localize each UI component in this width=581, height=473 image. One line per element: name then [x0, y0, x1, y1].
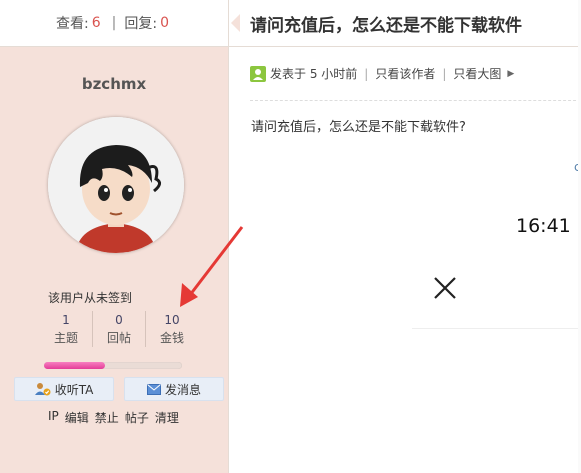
- envelope-icon: [146, 383, 161, 395]
- stats-separator: |: [111, 15, 117, 31]
- admin-link-posts[interactable]: 帖子: [125, 409, 149, 426]
- online-user-icon: [250, 65, 266, 82]
- views-count: 6: [91, 15, 101, 31]
- level-progress-fill: [44, 362, 105, 369]
- clock-time: 16:41: [516, 215, 571, 237]
- count-replies[interactable]: 0 回帖: [92, 311, 145, 347]
- meta-divider: |: [364, 66, 369, 81]
- author-only-link[interactable]: 只看该作者: [375, 65, 435, 82]
- follow-icon: [34, 383, 51, 396]
- author-username[interactable]: bzchmx: [0, 75, 228, 93]
- checkin-status: 该用户从未签到: [48, 291, 133, 305]
- admin-links: IP 编辑 禁止 帖子 清理: [48, 409, 179, 426]
- admin-link-edit[interactable]: 编辑: [65, 409, 89, 426]
- send-message-button[interactable]: 发消息: [124, 377, 224, 401]
- post-content: 请问充值后，怎么还是不能下载软件?: [251, 120, 466, 135]
- play-triangle-icon[interactable]: ▶: [507, 69, 514, 79]
- meta-divider: |: [442, 66, 447, 81]
- level-progress-bar: [44, 362, 182, 369]
- divider: [412, 328, 581, 329]
- divider: [250, 100, 581, 101]
- author-counts: 1 主题 0 回帖 10 金钱: [40, 311, 198, 347]
- views-label: 查看:: [56, 16, 89, 32]
- count-topics[interactable]: 1 主题: [40, 311, 92, 347]
- post-meta: 发表于 5 小时前 | 只看该作者 | 只看大图 ▶: [250, 65, 514, 82]
- follow-button[interactable]: 收听TA: [14, 377, 114, 401]
- thread-stats: 查看: 6 | 回复: 0: [0, 0, 229, 47]
- large-images-link[interactable]: 只看大图: [453, 65, 501, 82]
- admin-link-clean[interactable]: 清理: [155, 409, 179, 426]
- thread-title-bar: 请问充值后，怎么还是不能下载软件: [229, 0, 581, 47]
- replies-label: 回复:: [124, 16, 158, 32]
- admin-link-ip[interactable]: IP: [48, 409, 59, 426]
- count-money[interactable]: 10 金钱: [145, 311, 198, 347]
- red-arrow-annotation: [180, 226, 244, 307]
- admin-link-ban[interactable]: 禁止: [95, 409, 119, 426]
- pointer-arrow: [231, 14, 240, 32]
- thread-title[interactable]: 请问充值后，怎么还是不能下载软件: [250, 11, 522, 36]
- replies-count: 0: [160, 15, 169, 31]
- close-icon[interactable]: [430, 273, 460, 303]
- post-time: 发表于 5 小时前: [270, 67, 358, 81]
- avatar[interactable]: [48, 117, 184, 253]
